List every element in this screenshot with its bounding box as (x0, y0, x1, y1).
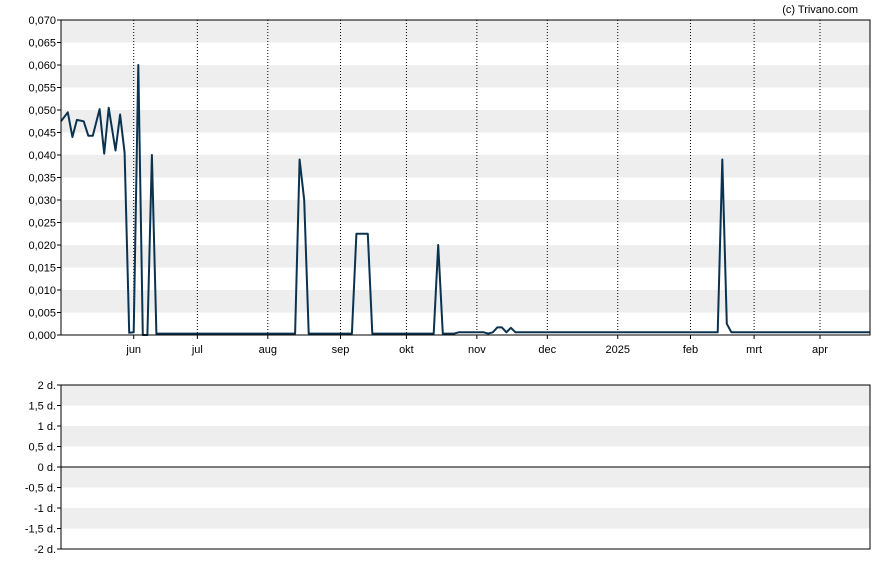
x-tick-label: feb (683, 344, 698, 356)
y-tick-label: 0,055 (28, 83, 56, 95)
y-tick-label: 0,025 (28, 218, 56, 230)
bottom-band (61, 467, 870, 488)
x-tick-label: mrt (746, 344, 762, 356)
x-tick-label: 2025 (606, 344, 630, 356)
y-tick-label: -0,5 d. (25, 483, 56, 495)
x-tick-label: jun (125, 344, 141, 356)
y-tick-label: 0,015 (28, 263, 56, 275)
y-tick-label: 0,050 (28, 105, 56, 117)
y-tick-label: 0,060 (28, 60, 56, 72)
bottom-band (61, 385, 870, 406)
y-tick-label: 0,005 (28, 308, 56, 320)
x-tick-label: dec (538, 344, 556, 356)
y-tick-label: 2 d. (38, 380, 56, 392)
y-tick-label: -1 d. (34, 503, 56, 515)
x-tick-label: sep (332, 344, 350, 356)
y-tick-label: 0,010 (28, 285, 56, 297)
x-tick-label: aug (259, 344, 277, 356)
y-tick-label: 1,5 d. (28, 401, 56, 413)
top-band (61, 245, 870, 268)
x-tick-label: nov (468, 344, 486, 356)
y-tick-label: 0,040 (28, 150, 56, 162)
top-band (61, 155, 870, 178)
top-band (61, 65, 870, 88)
y-tick-label: 0,070 (28, 15, 56, 27)
top-chart-bands (61, 20, 870, 313)
top-band (61, 200, 870, 223)
bottom-band (61, 426, 870, 447)
y-tick-label: 0,5 d. (28, 442, 56, 454)
top-chart-x-axis: jun jul aug sep okt nov dec 2025 feb mrt apr (125, 335, 828, 356)
chart-area: 0,070 0,065 0,060 0,055 0,050 0,045 0,040 0,035… (0, 0, 888, 565)
y-tick-label: 0,020 (28, 240, 56, 252)
y-tick-label: 0 d. (38, 462, 56, 474)
y-tick-label: 0,030 (28, 195, 56, 207)
stock-chart: 0,070 0,065 0,060 0,055 0,050 0,045 0,040 0,035… (25, 4, 871, 556)
x-tick-label: apr (812, 344, 828, 356)
top-band (61, 290, 870, 313)
x-tick-label: okt (399, 344, 414, 356)
y-tick-label: 0,045 (28, 128, 56, 140)
x-tick-label: jul (191, 344, 203, 356)
bottom-band (61, 508, 870, 529)
y-tick-label: 1 d. (38, 421, 56, 433)
bottom-chart-bands (61, 385, 870, 529)
top-chart-y-axis: 0,070 0,065 0,060 0,055 0,050 0,045 0,040 0,035… (28, 15, 61, 342)
copyright-label: (c) Trivano.com (782, 4, 858, 16)
y-tick-label: 0,065 (28, 38, 56, 50)
y-tick-label: 0,035 (28, 173, 56, 185)
y-tick-label: 0,000 (28, 330, 56, 342)
top-band (61, 20, 870, 43)
top-band (61, 110, 870, 133)
y-tick-label: -1,5 d. (25, 524, 56, 536)
y-tick-label: -2 d. (34, 544, 56, 556)
bottom-chart-y-axis: 2 d. 1,5 d. 1 d. 0,5 d. 0 d. -0,5 d. -1 d. -1,5… (25, 380, 61, 556)
